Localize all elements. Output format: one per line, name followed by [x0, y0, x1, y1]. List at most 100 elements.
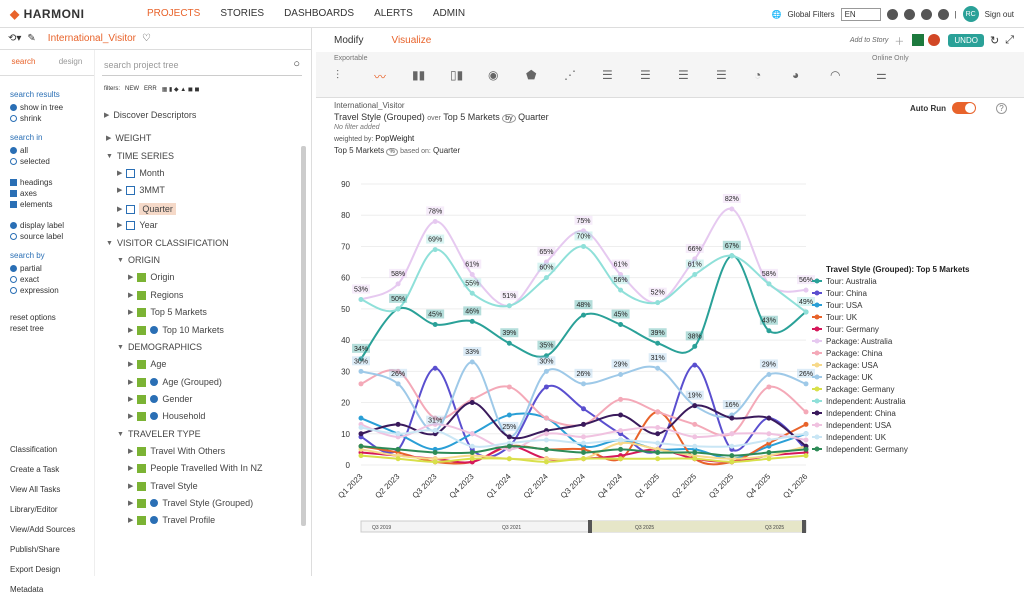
- tree-node[interactable]: ▶ Travel With Others: [128, 446, 225, 456]
- radio-partial[interactable]: [10, 265, 17, 272]
- bar-icon[interactable]: ▮▮: [412, 68, 430, 84]
- nav-projects[interactable]: PROJECTS: [147, 8, 200, 19]
- filter-new[interactable]: NEW: [125, 86, 139, 92]
- radio-source[interactable]: [10, 233, 17, 240]
- tree-node[interactable]: ▶ Top 5 Markets: [128, 307, 207, 317]
- caret-icon[interactable]: ▶: [117, 205, 122, 213]
- caret-icon[interactable]: ▶: [128, 326, 133, 334]
- check-axes[interactable]: [10, 190, 17, 197]
- caret-icon[interactable]: ▼: [117, 344, 124, 351]
- link-publish[interactable]: Publish/Share: [10, 540, 75, 560]
- column-icon[interactable]: ▯▮: [450, 68, 468, 84]
- nav-stories[interactable]: STORIES: [220, 8, 264, 19]
- tree-node[interactable]: ▶ Regions: [128, 290, 183, 300]
- tab-search[interactable]: search: [0, 50, 47, 75]
- tree-node[interactable]: ▶ Origin: [128, 272, 174, 282]
- tree-discover[interactable]: ▶ Discover Descriptors: [104, 110, 196, 120]
- scatter-icon[interactable]: ◉: [488, 68, 506, 84]
- tree-node[interactable]: ▶ Quarter: [117, 203, 176, 215]
- help-icon[interactable]: [937, 8, 949, 20]
- tab-design[interactable]: design: [47, 50, 94, 75]
- tree-scrollbar[interactable]: [301, 146, 306, 526]
- tree-node[interactable]: ▶ Age: [128, 359, 166, 369]
- caret-icon[interactable]: ▶: [128, 412, 133, 420]
- caret-icon[interactable]: ▶: [128, 360, 133, 368]
- link-library[interactable]: Library/Editor: [10, 500, 75, 520]
- avatar[interactable]: RC: [962, 6, 979, 22]
- caret-icon[interactable]: ▶: [128, 516, 133, 524]
- caret-icon[interactable]: ▼: [117, 431, 124, 438]
- nav-admin[interactable]: ADMIN: [433, 8, 465, 19]
- signout-link[interactable]: Sign out: [985, 10, 1014, 19]
- link-create-task[interactable]: Create a Task: [10, 460, 75, 480]
- tree-node[interactable]: ▶ Age (Grouped): [128, 377, 222, 387]
- refresh-icon[interactable]: ↻: [990, 34, 999, 47]
- caret-icon[interactable]: ▶: [128, 308, 133, 316]
- check-elements[interactable]: [10, 201, 17, 208]
- search-input[interactable]: search project tree: [102, 58, 302, 76]
- check-headings[interactable]: [10, 179, 17, 186]
- grid-icon[interactable]: ▦ ▮ ◆ ▲ ◼ ◼: [162, 86, 200, 93]
- line-icon[interactable]: 〰: [374, 68, 392, 84]
- nav-alerts[interactable]: ALERTS: [374, 8, 413, 19]
- add-to-story[interactable]: Add to Story: [850, 37, 889, 44]
- tree-node[interactable]: ▶ Gender: [128, 394, 192, 404]
- radio-selected[interactable]: [10, 158, 17, 165]
- globe-icon[interactable]: 🌐: [771, 10, 781, 19]
- link-export[interactable]: Export Design: [10, 560, 75, 580]
- link-sources[interactable]: View/Add Sources: [10, 520, 75, 540]
- radio-all[interactable]: [10, 147, 17, 154]
- caret-icon[interactable]: ▶: [117, 186, 122, 194]
- tree-node[interactable]: ▼ TRAVELER TYPE: [117, 429, 201, 439]
- radio-display[interactable]: [10, 222, 17, 229]
- tree-node[interactable]: ▶ WEIGHT: [106, 133, 151, 143]
- radio-show[interactable]: [10, 104, 17, 111]
- tab-modify[interactable]: Modify: [334, 35, 363, 46]
- caret-icon[interactable]: ▶: [128, 273, 133, 281]
- radio-shrink[interactable]: [10, 115, 17, 122]
- filter-err[interactable]: ERR: [144, 86, 157, 92]
- tree-node[interactable]: ▼ DEMOGRAPHICS: [117, 342, 202, 352]
- reset-options[interactable]: reset options: [10, 313, 84, 322]
- caret-icon[interactable]: ▶: [128, 378, 133, 386]
- tree-node[interactable]: ▶ Year: [117, 220, 158, 230]
- help-icon[interactable]: ?: [996, 102, 1007, 114]
- caret-icon[interactable]: ▼: [106, 240, 113, 247]
- global-filters[interactable]: Global Filters: [787, 10, 834, 19]
- stack-icon[interactable]: ☰: [716, 68, 734, 84]
- radio-expression[interactable]: [10, 287, 17, 294]
- caret-icon[interactable]: ▶: [128, 482, 133, 490]
- contrast-icon[interactable]: [920, 8, 932, 20]
- radar-icon[interactable]: ⬟: [526, 68, 544, 84]
- undo-button[interactable]: UNDO: [948, 33, 984, 47]
- reset-tree[interactable]: reset tree: [10, 324, 84, 333]
- link-classification[interactable]: Classification: [10, 440, 75, 460]
- nav-dashboards[interactable]: DASHBOARDS: [284, 8, 354, 19]
- tree-node[interactable]: ▶ 3MMT: [117, 185, 165, 195]
- language-select[interactable]: EN: [840, 7, 881, 21]
- radio-exact[interactable]: [10, 276, 17, 283]
- caret-icon[interactable]: ▶: [106, 134, 111, 142]
- expand-icon[interactable]: ⤢: [1005, 34, 1014, 47]
- tree-node[interactable]: ▶ Travel Style: [128, 481, 198, 491]
- tree-node[interactable]: ▶ Top 10 Markets: [128, 325, 224, 335]
- tree-node[interactable]: ▼ VISITOR CLASSIFICATION: [106, 238, 229, 248]
- autorun-toggle[interactable]: [952, 102, 976, 114]
- donut-icon[interactable]: ◕: [792, 68, 810, 84]
- pie-icon[interactable]: ◔: [754, 68, 772, 84]
- pyramid-icon[interactable]: ☰: [640, 68, 658, 84]
- caret-icon[interactable]: ▶: [128, 447, 133, 455]
- tree-node[interactable]: ▶ Travel Profile: [128, 515, 215, 525]
- combo-icon[interactable]: ⋰: [564, 68, 582, 84]
- table-icon[interactable]: ⫶: [336, 68, 354, 84]
- eye-icon[interactable]: [886, 8, 898, 20]
- settings-icon[interactable]: ⚌: [876, 68, 894, 84]
- gauge-icon[interactable]: ◠: [830, 68, 848, 84]
- history-icon[interactable]: ⟲▾: [8, 33, 21, 44]
- add-story-icon[interactable]: ＋: [894, 33, 904, 48]
- caret-icon[interactable]: ▶: [128, 395, 133, 403]
- ppt-icon[interactable]: [928, 34, 941, 46]
- tree-node[interactable]: ▼ ORIGIN: [117, 255, 160, 265]
- tree-node[interactable]: ▶ People Travelled With In NZ: [128, 463, 262, 473]
- excel-icon[interactable]: [912, 34, 925, 46]
